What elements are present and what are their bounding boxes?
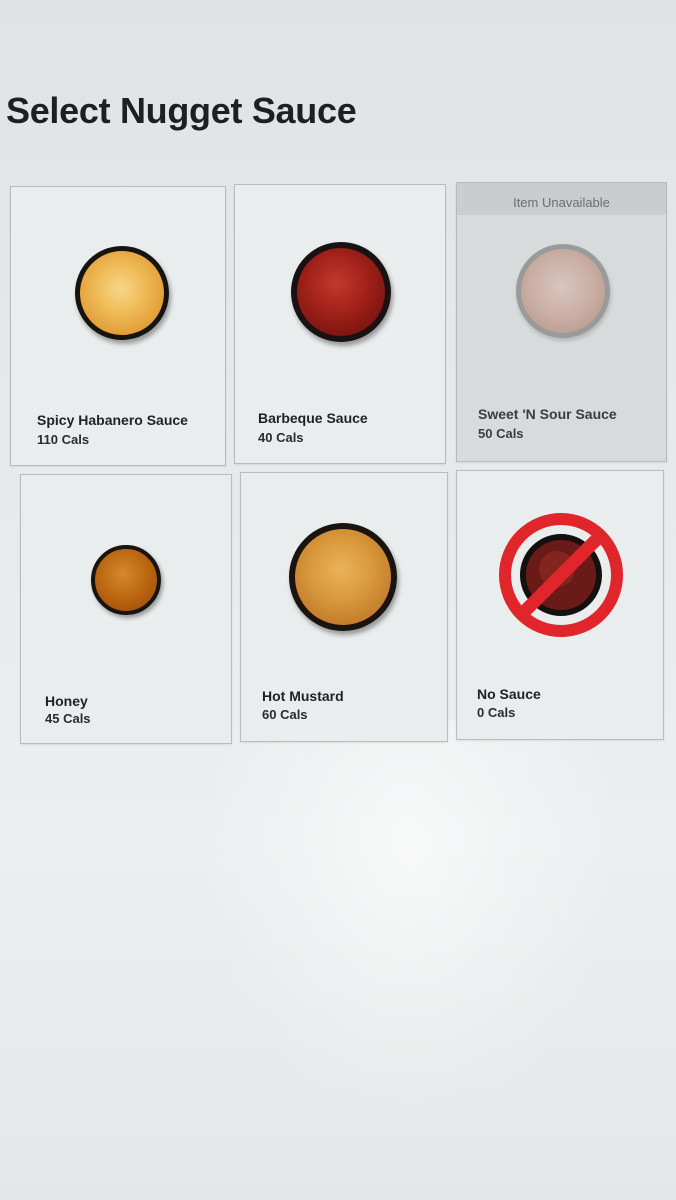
- sauce-card-no-sauce[interactable]: No Sauce 0 Cals: [456, 470, 664, 740]
- sauce-calories: 60 Cals: [262, 707, 308, 722]
- sauce-card-hot-mustard[interactable]: Hot Mustard 60 Cals: [240, 472, 448, 742]
- screen-glare: [200, 720, 620, 1140]
- sauce-name: Sweet 'N Sour Sauce: [478, 406, 617, 422]
- sauce-name: No Sauce: [477, 686, 541, 702]
- honey-cup-icon: [91, 545, 161, 615]
- sauce-card-sweet-n-sour: Item Unavailable Sweet 'N Sour Sauce 50 …: [456, 182, 667, 462]
- sauce-calories: 50 Cals: [478, 426, 524, 441]
- no-sauce-icon: [497, 511, 625, 639]
- sauce-name: Honey: [45, 693, 88, 709]
- sauce-card-spicy-habanero[interactable]: Spicy Habanero Sauce 110 Cals: [10, 186, 226, 466]
- sauce-name: Spicy Habanero Sauce: [37, 412, 188, 428]
- barbeque-sauce-cup-icon: [291, 242, 391, 342]
- sauce-card-barbeque[interactable]: Barbeque Sauce 40 Cals: [234, 184, 446, 464]
- sweet-n-sour-sauce-cup-icon: [516, 244, 610, 338]
- hot-mustard-cup-icon: [289, 523, 397, 631]
- page-title: Select Nugget Sauce: [6, 90, 357, 131]
- sauce-calories: 40 Cals: [258, 430, 304, 445]
- sauce-calories: 0 Cals: [477, 705, 516, 720]
- sauce-calories: 45 Cals: [45, 711, 91, 726]
- sauce-name: Hot Mustard: [262, 688, 344, 704]
- sauce-name: Barbeque Sauce: [258, 410, 368, 426]
- item-unavailable-label: Item Unavailable: [457, 183, 666, 215]
- spicy-habanero-sauce-cup-icon: [75, 246, 169, 340]
- sauce-calories: 110 Cals: [37, 432, 90, 447]
- sauce-card-honey[interactable]: Honey 45 Cals: [20, 474, 232, 744]
